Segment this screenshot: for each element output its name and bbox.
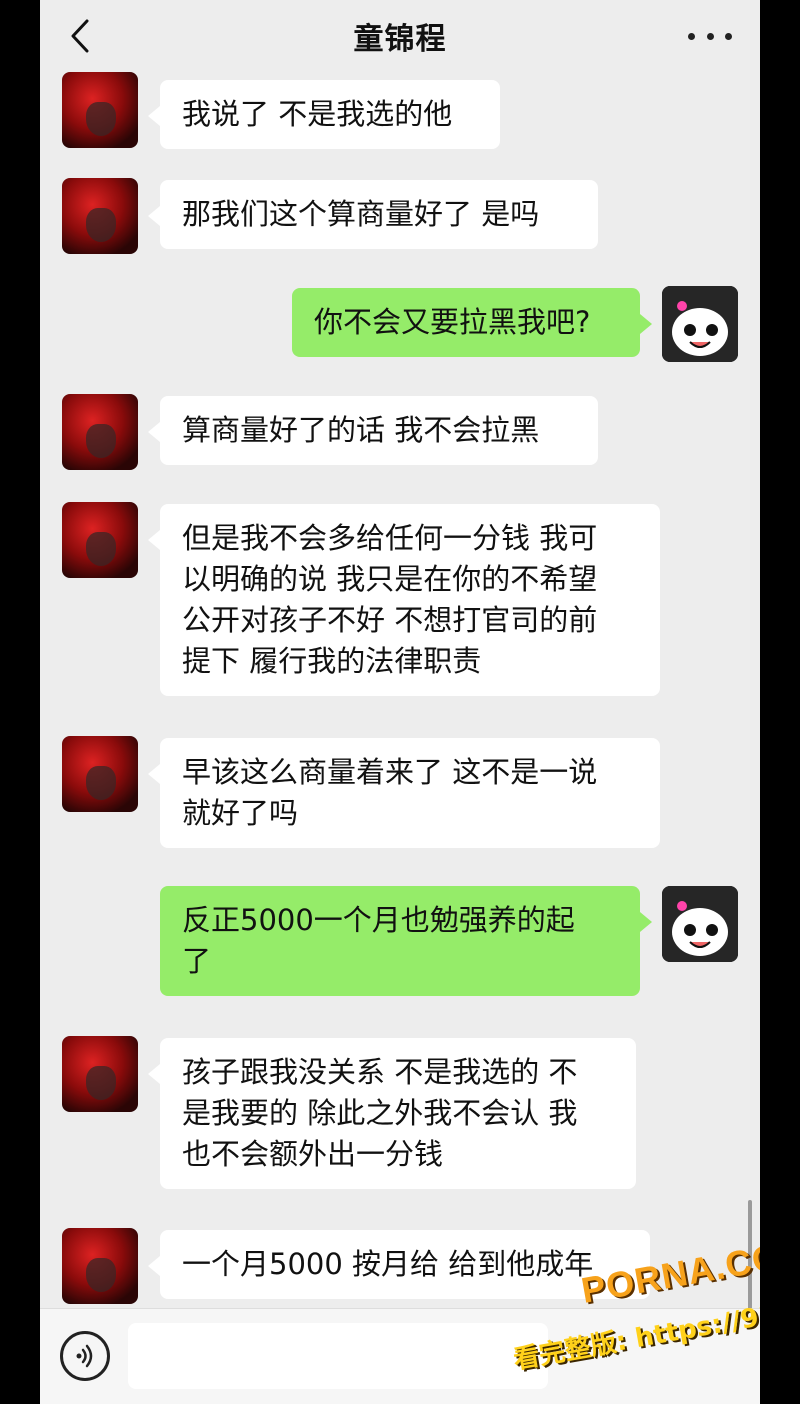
kuromi-avatar-icon	[662, 286, 738, 362]
contact-avatar[interactable]	[62, 736, 138, 812]
chat-title: 童锦程	[353, 22, 447, 57]
contact-avatar[interactable]	[62, 178, 138, 254]
message-bubble-incoming[interactable]: 孩子跟我没关系 不是我选的 不 是我要的 除此之外我不会认 我 也不会额外出一分…	[148, 1038, 636, 1189]
contact-avatar[interactable]	[62, 394, 138, 470]
screen-edge-right	[760, 0, 800, 1404]
message-bubble-incoming[interactable]: 一个月5000 按月给 给到他成年	[148, 1230, 650, 1299]
chat-screen: 童锦程 我说了 不是我选的他 那我们这个算商量好了 是吗 你不会又要拉黑我吧?	[40, 0, 760, 1404]
message-bubble-incoming[interactable]: 算商量好了的话 我不会拉黑	[148, 396, 598, 465]
user-avatar[interactable]	[662, 286, 738, 362]
voice-icon	[76, 1344, 93, 1368]
user-avatar[interactable]	[662, 886, 738, 962]
chevron-left-icon	[71, 19, 89, 53]
message-bubble-outgoing[interactable]: 反正5000一个月也勉强养的起 了	[160, 886, 652, 996]
message-bubble-incoming[interactable]: 那我们这个算商量好了 是吗	[148, 180, 598, 249]
voice-button[interactable]	[60, 1331, 110, 1381]
screen-edge-left	[0, 0, 40, 1404]
message-bubble-incoming[interactable]: 但是我不会多给任何一分钱 我可 以明确的说 我只是在你的不希望 公开对孩子不好 …	[148, 504, 660, 696]
message-bubble-outgoing[interactable]: 你不会又要拉黑我吧?	[292, 288, 652, 357]
contact-avatar[interactable]	[62, 1036, 138, 1112]
message-input[interactable]	[128, 1323, 548, 1389]
message-bubble-incoming[interactable]: 我说了 不是我选的他	[148, 80, 500, 149]
more-dot-icon	[688, 32, 695, 40]
contact-avatar[interactable]	[62, 72, 138, 148]
back-button[interactable]	[62, 16, 98, 56]
more-dot-icon	[706, 32, 714, 40]
message-bubble-incoming[interactable]: 早该这么商量着来了 这不是一说 就好了吗	[148, 738, 660, 848]
more-dot-icon	[725, 32, 732, 40]
kuromi-avatar-icon	[662, 886, 738, 962]
contact-avatar[interactable]	[62, 1228, 138, 1304]
chat-header: 童锦程	[40, 0, 760, 72]
more-options-button[interactable]	[688, 22, 732, 50]
contact-avatar[interactable]	[62, 502, 138, 578]
